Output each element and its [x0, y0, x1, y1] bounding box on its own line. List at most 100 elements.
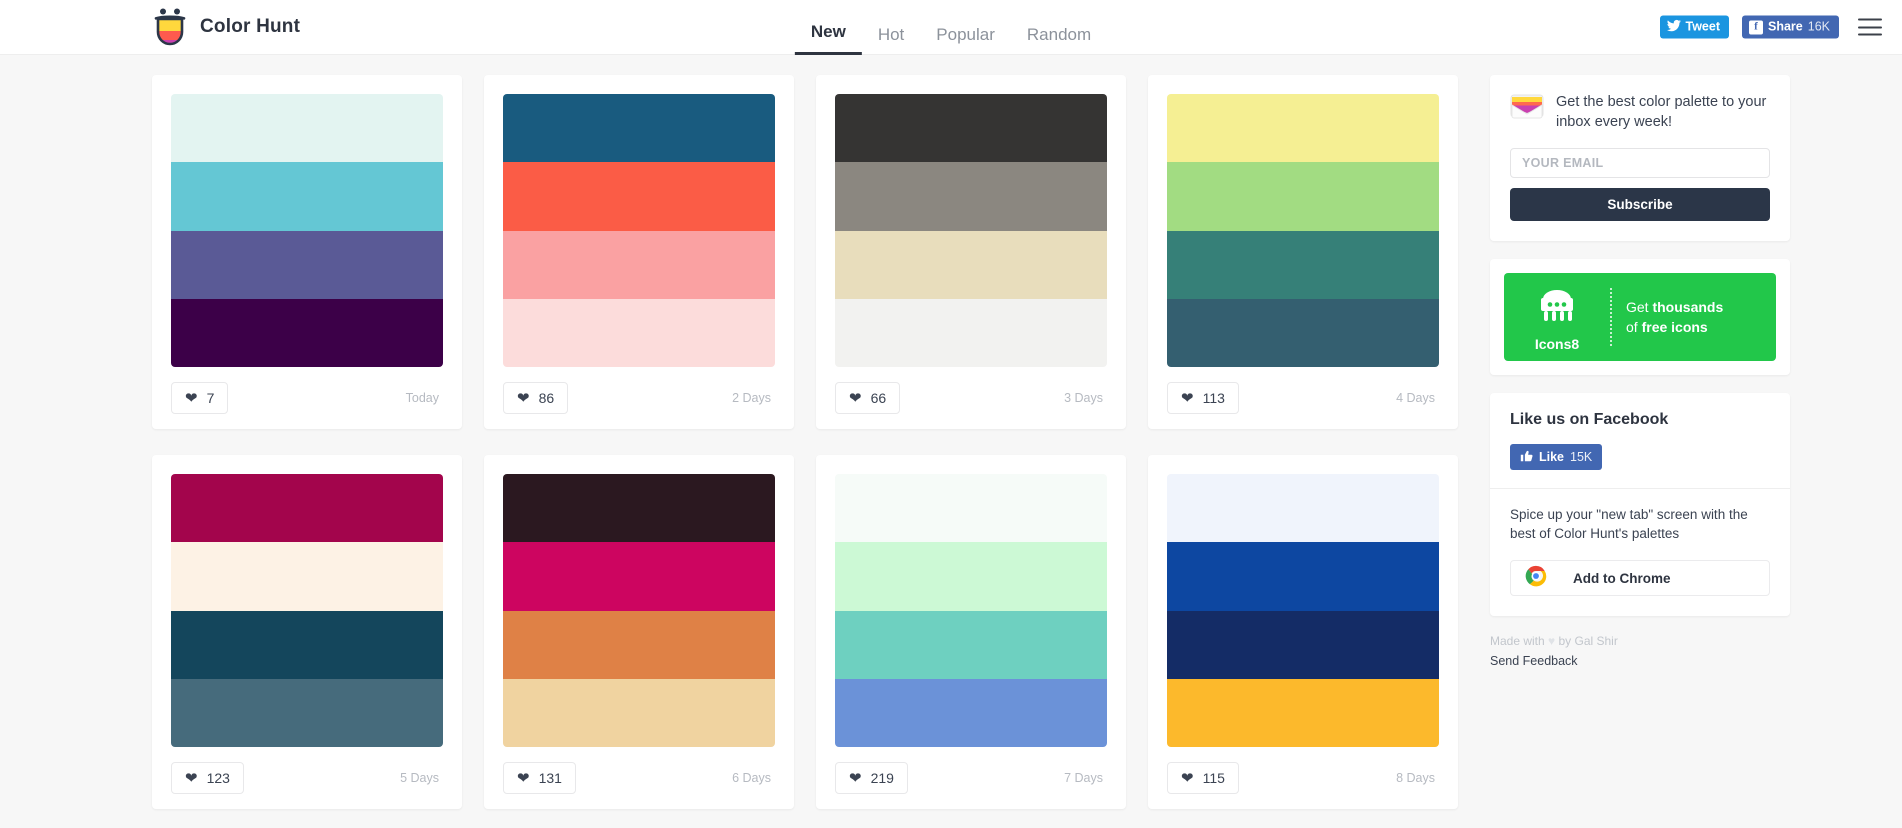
- tab-hot[interactable]: Hot: [862, 26, 920, 55]
- like-count: 7: [206, 390, 215, 406]
- facebook-icon: f: [1749, 20, 1763, 34]
- subscribe-button[interactable]: Subscribe: [1510, 188, 1770, 222]
- page-body: ❤ 7 Today ❤ 86 2 Days ❤ 66 3 Days ❤ 113 4 Days ❤ 123 5…: [0, 55, 1902, 828]
- like-button[interactable]: ❤ 66: [835, 382, 901, 414]
- palette-grid: ❤ 7 Today ❤ 86 2 Days ❤ 66 3 Days ❤ 113 4 Days ❤ 123 5…: [0, 75, 1490, 828]
- palette-card[interactable]: ❤ 115 8 Days: [1148, 455, 1458, 809]
- palette-swatches[interactable]: [1167, 474, 1439, 747]
- facebook-like-button[interactable]: Like 15K: [1510, 444, 1603, 470]
- like-button[interactable]: ❤ 131: [503, 762, 576, 794]
- color-swatch[interactable]: [503, 298, 775, 367]
- color-swatch[interactable]: [503, 474, 775, 543]
- tab-new[interactable]: New: [794, 23, 862, 55]
- main-navigation: New Hot Popular Random: [794, 0, 1107, 55]
- color-swatch[interactable]: [835, 162, 1107, 231]
- tweet-label: Tweet: [1685, 19, 1721, 34]
- palette-age: 7 Days: [1064, 771, 1103, 785]
- color-swatch[interactable]: [503, 94, 775, 163]
- icons8-divider: [1610, 288, 1612, 347]
- color-swatch[interactable]: [171, 162, 443, 231]
- color-swatch[interactable]: [1167, 162, 1439, 231]
- color-swatch[interactable]: [835, 474, 1107, 543]
- color-swatch[interactable]: [1167, 230, 1439, 299]
- palette-card[interactable]: ❤ 123 5 Days: [152, 455, 462, 809]
- color-swatch[interactable]: [835, 610, 1107, 679]
- color-hunt-logo-icon: [152, 7, 188, 47]
- facebook-title: Like us on Facebook: [1510, 411, 1669, 429]
- color-swatch[interactable]: [503, 162, 775, 231]
- color-swatch[interactable]: [171, 474, 443, 543]
- color-swatch[interactable]: [171, 610, 443, 679]
- palette-swatches[interactable]: [835, 94, 1107, 367]
- brand-logo[interactable]: Color Hunt: [152, 7, 300, 47]
- heart-icon: ❤: [185, 389, 198, 407]
- heart-icon: ❤: [517, 389, 530, 407]
- palette-card[interactable]: ❤ 86 2 Days: [484, 75, 794, 429]
- color-swatch[interactable]: [835, 94, 1107, 163]
- palette-swatches[interactable]: [503, 94, 775, 367]
- footer-credit: Made with ♥ by Gal Shir: [1490, 634, 1790, 648]
- palette-age: 2 Days: [732, 391, 771, 405]
- color-swatch[interactable]: [1167, 474, 1439, 543]
- heart-icon: ❤: [517, 769, 530, 787]
- palette-card[interactable]: ❤ 7 Today: [152, 75, 462, 429]
- like-button[interactable]: ❤ 113: [1167, 382, 1239, 414]
- color-swatch[interactable]: [835, 678, 1107, 747]
- like-count: 86: [538, 390, 555, 406]
- palette-card-footer: ❤ 86 2 Days: [503, 367, 775, 429]
- color-swatch[interactable]: [1167, 542, 1439, 611]
- color-swatch[interactable]: [503, 542, 775, 611]
- color-swatch[interactable]: [171, 298, 443, 367]
- color-swatch[interactable]: [171, 94, 443, 163]
- color-swatch[interactable]: [503, 230, 775, 299]
- color-swatch[interactable]: [1167, 298, 1439, 367]
- email-input[interactable]: [1510, 148, 1770, 179]
- color-swatch[interactable]: [503, 678, 775, 747]
- palette-card-footer: ❤ 7 Today: [171, 367, 443, 429]
- color-swatch[interactable]: [1167, 94, 1439, 163]
- palette-card[interactable]: ❤ 131 6 Days: [484, 455, 794, 809]
- palette-card[interactable]: ❤ 219 7 Days: [816, 455, 1126, 809]
- sidebar: Get the best color palette to your inbox…: [1490, 75, 1790, 828]
- color-swatch[interactable]: [171, 230, 443, 299]
- hamburger-menu-icon[interactable]: [1858, 18, 1882, 36]
- like-button[interactable]: ❤ 219: [835, 762, 908, 794]
- heart-icon: ❤: [1181, 389, 1194, 407]
- color-swatch[interactable]: [503, 610, 775, 679]
- color-swatch[interactable]: [835, 298, 1107, 367]
- palette-swatches[interactable]: [171, 474, 443, 747]
- tweet-button[interactable]: Tweet: [1659, 15, 1729, 39]
- send-feedback-link[interactable]: Send Feedback: [1490, 654, 1790, 668]
- tab-random[interactable]: Random: [1011, 26, 1107, 55]
- palette-age: 4 Days: [1396, 391, 1435, 405]
- color-swatch[interactable]: [1167, 610, 1439, 679]
- like-button[interactable]: ❤ 115: [1167, 762, 1239, 794]
- icons8-ad[interactable]: Icons8 Get thousands of free icons: [1504, 273, 1776, 362]
- color-swatch[interactable]: [1167, 678, 1439, 747]
- palette-swatches[interactable]: [171, 94, 443, 367]
- tab-popular[interactable]: Popular: [920, 26, 1011, 55]
- palette-age: 6 Days: [732, 771, 771, 785]
- color-swatch[interactable]: [835, 230, 1107, 299]
- like-button[interactable]: ❤ 86: [503, 382, 569, 414]
- palette-card-footer: ❤ 113 4 Days: [1167, 367, 1439, 429]
- heart-icon: ❤: [185, 769, 198, 787]
- add-to-chrome-button[interactable]: Add to Chrome: [1510, 560, 1770, 597]
- like-button[interactable]: ❤ 123: [171, 762, 244, 794]
- facebook-share-button[interactable]: f Share 16K: [1742, 15, 1839, 39]
- chrome-extension-text: Spice up your "new tab" screen with the …: [1510, 506, 1748, 541]
- like-button[interactable]: ❤ 7: [171, 382, 229, 414]
- palette-card[interactable]: ❤ 113 4 Days: [1148, 75, 1458, 429]
- palette-card[interactable]: ❤ 66 3 Days: [816, 75, 1126, 429]
- color-swatch[interactable]: [835, 542, 1107, 611]
- palette-swatches[interactable]: [1167, 94, 1439, 367]
- like-count: 115: [1202, 770, 1225, 786]
- palette-age: 8 Days: [1396, 771, 1435, 785]
- color-swatch[interactable]: [171, 678, 443, 747]
- made-with-text: Made with: [1490, 634, 1549, 649]
- palette-age: 5 Days: [400, 771, 439, 785]
- color-swatch[interactable]: [171, 542, 443, 611]
- heart-icon: ❤: [849, 389, 862, 407]
- palette-swatches[interactable]: [503, 474, 775, 747]
- palette-swatches[interactable]: [835, 474, 1107, 747]
